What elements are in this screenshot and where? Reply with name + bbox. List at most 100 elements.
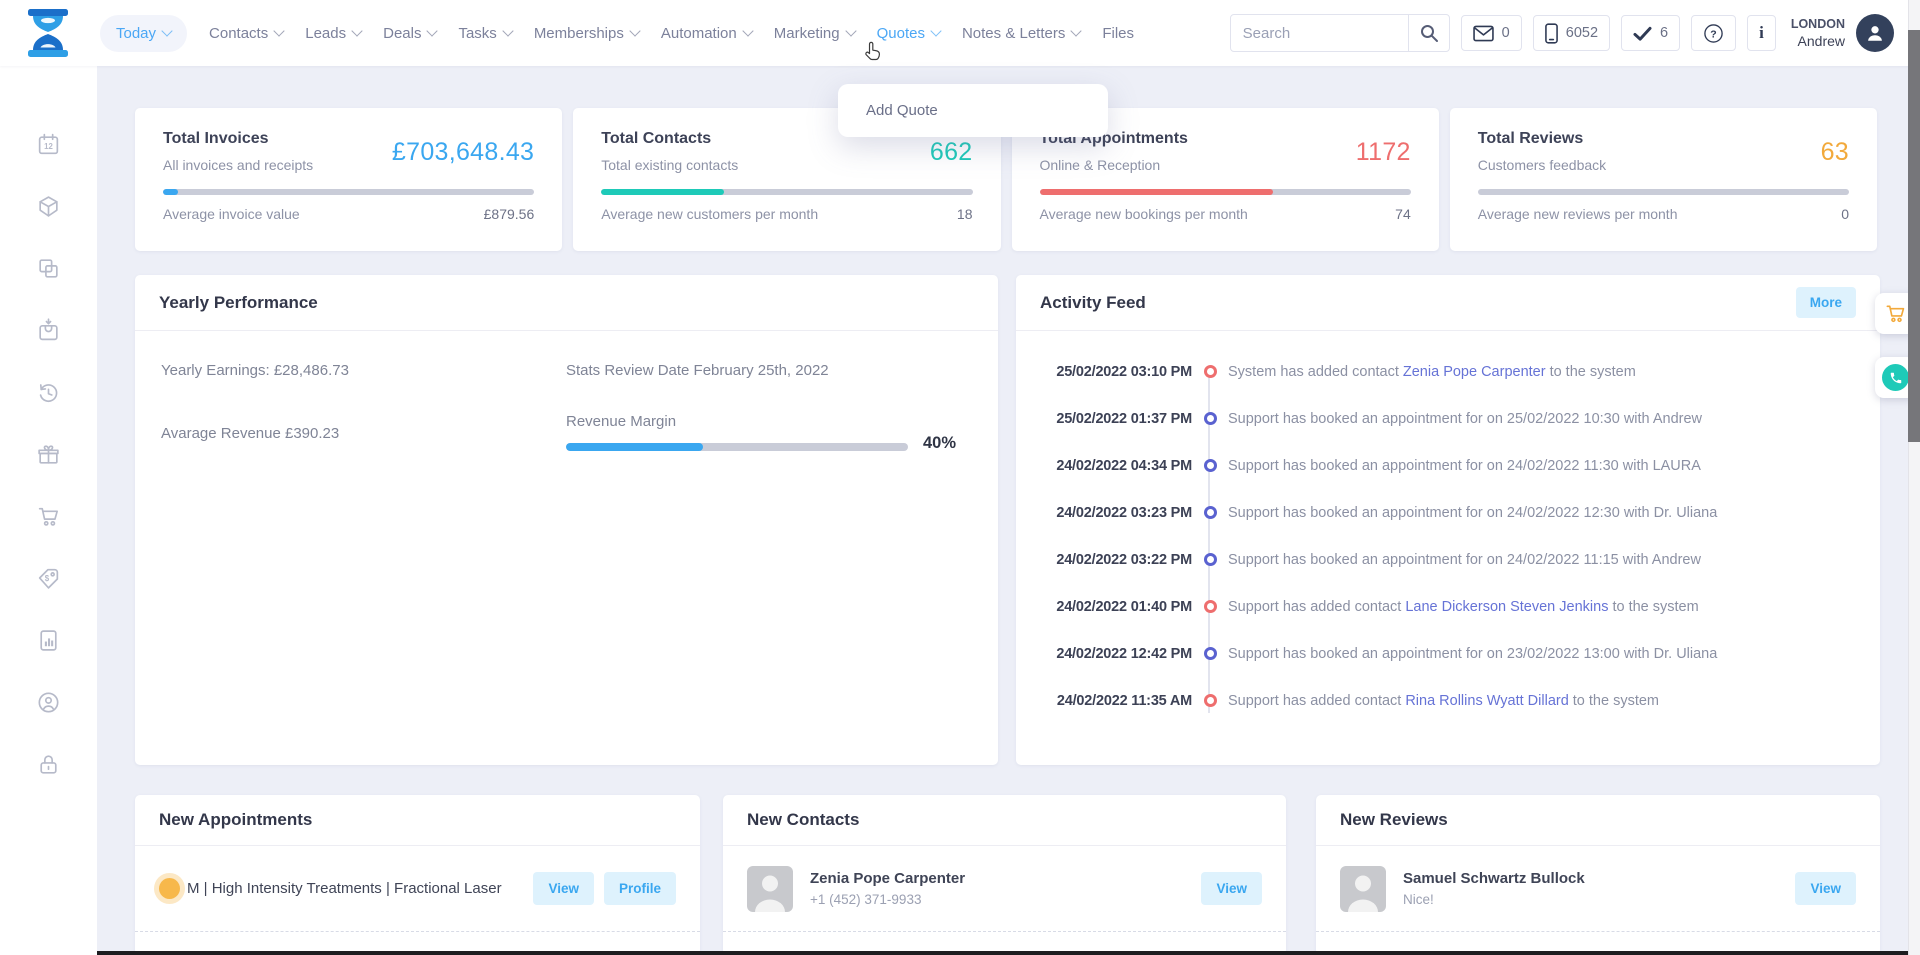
calendar-icon[interactable]: 12 [36,132,61,158]
feed-timestamp: 25/02/2022 01:37 PM [1040,411,1192,427]
bottom-edge-bar [97,951,1908,955]
nav-item-notes-letters[interactable]: Notes & Letters [962,25,1080,42]
contact-link[interactable]: Lane Dickerson Steven Jenkins [1405,599,1608,615]
stat-title: Total Contacts [601,130,738,148]
timeline-dot-icon [1204,506,1217,519]
duplicate-icon[interactable] [36,256,61,282]
more-button[interactable]: More [1796,287,1856,318]
user-avatar[interactable] [1856,14,1894,52]
sms-count: 6052 [1566,25,1598,41]
header-right-cluster: 0 6052 6 ? i LONDON Andrew [1230,14,1894,52]
svg-text:$: $ [45,574,50,583]
menu-item-add-quote[interactable]: Add Quote [838,89,1108,132]
view-button[interactable]: View [1795,872,1856,905]
svg-text:12: 12 [44,142,53,151]
contact-name: Zenia Pope Carpenter [810,870,1201,887]
timeline-dot-icon [1204,694,1217,707]
chevron-down-icon [351,25,362,36]
stat-footer-value: 74 [1395,206,1411,222]
timeline-dot-icon [1204,459,1217,472]
stat-footer-value: £879.56 [484,206,535,222]
reports-icon[interactable] [36,628,61,654]
account-support-icon[interactable] [36,690,61,716]
view-button[interactable]: View [533,872,594,905]
chevron-down-icon [845,25,856,36]
activity-feed-panel: Activity Feed More 25/02/2022 03:10 PM S… [1016,275,1880,765]
cart-icon[interactable] [36,504,61,530]
nav-item-files[interactable]: Files [1102,25,1134,42]
chevron-down-icon [502,25,513,36]
stat-progress-bar [1478,189,1849,195]
products-package-icon[interactable] [36,194,61,220]
stat-subtitle: Customers feedback [1478,157,1606,173]
timeline-dot-icon [1204,365,1217,378]
review-row: Samuel Schwartz Bullock Nice! View [1316,846,1880,931]
nav-item-contacts[interactable]: Contacts [209,25,283,42]
chevron-down-icon [1071,25,1082,36]
yearly-earnings: Yearly Earnings: £28,486.73 [161,362,349,379]
app-logo-hourglass-icon[interactable] [26,9,70,57]
chevron-down-icon [161,25,172,36]
stat-footer-label: Average new reviews per month [1478,206,1678,222]
price-tag-icon[interactable]: $ [36,566,61,592]
orders-bag-icon[interactable] [36,318,61,344]
contact-link[interactable]: Rina Rollins Wyatt Dillard [1405,693,1568,709]
nav-item-deals[interactable]: Deals [383,25,436,42]
search-input[interactable] [1231,25,1408,42]
nav-item-marketing[interactable]: Marketing [774,25,855,42]
review-comment: Nice! [1403,892,1795,907]
phone-icon [1882,364,1909,391]
search-icon[interactable] [1408,15,1449,51]
tasks-count: 6 [1660,25,1668,41]
help-button[interactable]: ? [1691,15,1736,51]
contact-link[interactable]: Zenia Pope Carpenter [1403,364,1546,380]
location-label: LONDON [1791,16,1845,32]
feed-entry: 24/02/2022 03:23 PM Support has booked a… [1016,489,1880,536]
chevron-down-icon [930,25,941,36]
history-icon[interactable] [36,380,61,406]
feed-entry: 24/02/2022 11:35 AM Support has added co… [1016,677,1880,724]
user-name: Andrew [1791,32,1845,50]
messages-count: 0 [1502,25,1510,41]
info-button[interactable]: i [1747,15,1776,51]
sms-badge[interactable]: 6052 [1533,15,1610,51]
stat-subtitle: Total existing contacts [601,157,738,173]
new-appointments-panel: New Appointments M | High Intensity Trea… [135,795,700,955]
nav-item-automation[interactable]: Automation [661,25,752,42]
messages-badge[interactable]: 0 [1461,15,1522,51]
stat-footer-label: Average new bookings per month [1040,206,1248,222]
feed-entry: 25/02/2022 01:37 PM Support has booked a… [1016,395,1880,442]
new-reviews-panel: New Reviews Samuel Schwartz Bullock Nice… [1316,795,1880,955]
panel-title: Activity Feed [1040,293,1146,313]
feed-timestamp: 24/02/2022 04:34 PM [1040,458,1192,474]
nav-item-memberships[interactable]: Memberships [534,25,639,42]
profile-button[interactable]: Profile [604,872,676,905]
lock-icon[interactable] [36,752,61,778]
new-contacts-panel: New Contacts Zenia Pope Carpenter +1 (45… [723,795,1286,955]
stat-progress-bar [601,189,972,195]
scrollbar-thumb[interactable] [1908,30,1920,442]
feed-entry: 25/02/2022 03:10 PM System has added con… [1016,348,1880,395]
feed-timestamp: 24/02/2022 03:22 PM [1040,552,1192,568]
nav-item-quotes[interactable]: Quotes [877,25,940,42]
stat-value: 1172 [1356,138,1411,173]
tasks-badge[interactable]: 6 [1621,15,1680,51]
stat-title: Total Reviews [1478,130,1606,148]
gift-icon[interactable] [36,442,61,468]
feed-entry: 24/02/2022 03:22 PM Support has booked a… [1016,536,1880,583]
feed-timestamp: 24/02/2022 12:42 PM [1040,646,1192,662]
nav-item-leads[interactable]: Leads [305,25,361,42]
timeline-dot-icon [1204,412,1217,425]
appointment-status-dot [159,878,180,899]
feed-timestamp: 24/02/2022 01:40 PM [1040,599,1192,615]
stat-value: 662 [930,138,973,173]
help-icon: ? [1703,23,1724,44]
nav-item-today[interactable]: Today [100,15,187,52]
stat-subtitle: Online & Reception [1040,157,1188,173]
feed-entry: 24/02/2022 12:42 PM Support has booked a… [1016,630,1880,677]
panel-title: New Contacts [747,810,859,830]
top-header: Today Contacts Leads Deals Tasks Members… [0,0,1920,66]
nav-item-tasks[interactable]: Tasks [458,25,511,42]
view-button[interactable]: View [1201,872,1262,905]
revenue-margin-bar [566,443,908,451]
